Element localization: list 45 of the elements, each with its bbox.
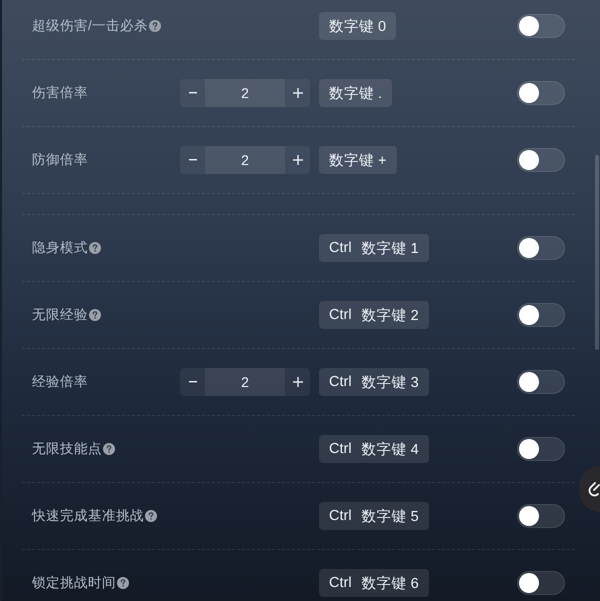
hotkey-button[interactable]: Ctrl 数字键 3 [319, 368, 429, 396]
option-label: 无限经验 [32, 306, 88, 324]
toggle-switch[interactable] [517, 504, 565, 528]
minus-icon [188, 381, 196, 383]
hotkey-button[interactable]: Ctrl 数字键 2 [319, 301, 429, 329]
hotkey-button[interactable]: Ctrl 数字键 4 [319, 435, 429, 463]
increment-button[interactable] [285, 368, 310, 396]
help-icon[interactable] [89, 242, 101, 254]
toggle-switch[interactable] [517, 571, 565, 595]
help-icon[interactable] [103, 443, 115, 455]
toggle-switch[interactable] [517, 303, 565, 327]
floating-button[interactable] [579, 466, 600, 512]
toggle-switch[interactable] [517, 370, 565, 394]
increment-button[interactable] [285, 146, 310, 174]
hotkey-button[interactable]: 数字键 + [319, 146, 396, 174]
hotkey-button[interactable]: Ctrl 数字键 6 [319, 569, 429, 597]
minus-icon [188, 159, 196, 161]
toggle-switch[interactable] [517, 236, 565, 260]
help-icon[interactable] [148, 20, 161, 32]
plus-icon [292, 88, 302, 98]
option-label: 经验倍率 [32, 373, 88, 391]
hotkey-button[interactable]: 数字键 0 [319, 12, 396, 40]
hotkey-button[interactable]: 数字键 . [319, 79, 392, 107]
plus-icon [292, 155, 302, 165]
option-label: 无限技能点 [32, 440, 102, 458]
help-icon[interactable] [89, 309, 101, 321]
option-label: 超级伤害/一击必杀 [32, 17, 148, 35]
option-label: 防御倍率 [32, 151, 88, 169]
minus-icon [188, 92, 196, 94]
help-icon[interactable] [145, 510, 157, 522]
hotkey-button[interactable]: Ctrl 数字键 5 [319, 502, 429, 530]
increment-button[interactable] [285, 79, 310, 107]
option-label: 锁定挑战时间 [32, 574, 116, 592]
toggle-switch[interactable] [517, 437, 565, 461]
scrollbar-thumb[interactable] [595, 155, 599, 350]
toggle-switch[interactable] [517, 148, 565, 172]
option-label: 隐身模式 [32, 239, 88, 257]
hotkey-button[interactable]: Ctrl 数字键 1 [319, 234, 429, 262]
plus-icon [292, 377, 302, 387]
toggle-switch[interactable] [517, 14, 565, 38]
help-icon[interactable] [117, 577, 129, 589]
option-label: 快速完成基准挑战 [32, 507, 144, 525]
link-icon [588, 480, 600, 498]
option-label: 伤害倍率 [32, 84, 88, 102]
toggle-switch[interactable] [517, 81, 565, 105]
